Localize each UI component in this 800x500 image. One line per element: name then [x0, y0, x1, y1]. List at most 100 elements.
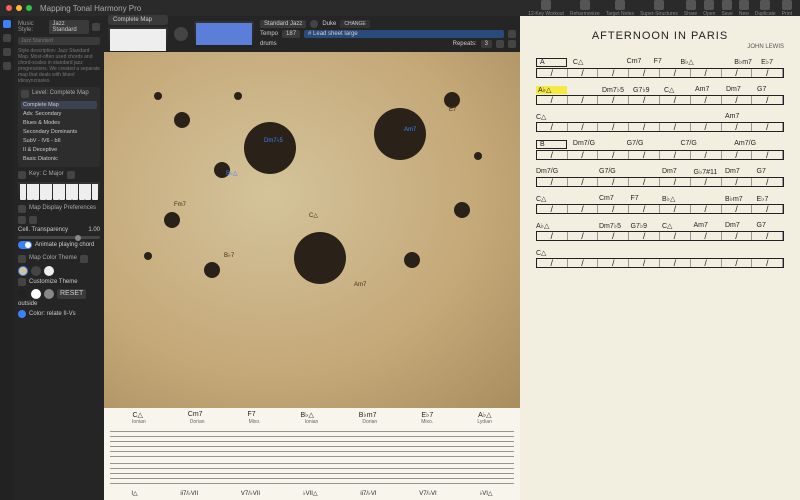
map-node[interactable]: [164, 212, 180, 228]
chord-symbol[interactable]: B♭△: [680, 58, 703, 67]
piano-transpose[interactable]: [194, 21, 254, 47]
back-icon[interactable]: [18, 216, 26, 224]
chord-symbol[interactable]: B♭△: [662, 195, 690, 203]
chord-symbol[interactable]: Dm7: [725, 222, 753, 230]
theme-swatches[interactable]: [18, 266, 100, 276]
chord-symbol[interactable]: A♭△: [536, 86, 567, 94]
chord-symbol[interactable]: [631, 249, 659, 257]
chord-symbol[interactable]: G7/G: [627, 140, 650, 149]
map-node[interactable]: [444, 92, 460, 108]
chord-symbol[interactable]: G♭7#11: [694, 168, 722, 176]
home-icon[interactable]: [67, 171, 75, 179]
tab-icon[interactable]: [3, 34, 11, 42]
maximize-icon[interactable]: [26, 5, 32, 11]
chord-symbol[interactable]: Dm7: [726, 86, 753, 94]
chord-symbol[interactable]: [568, 195, 596, 203]
chord-symbol[interactable]: Dm7♭5: [599, 222, 627, 230]
chord-symbol[interactable]: Cm7: [599, 195, 627, 203]
palette-icon[interactable]: [80, 255, 88, 263]
tab-map-icon[interactable]: [3, 20, 11, 28]
chord-symbol[interactable]: [599, 113, 627, 121]
map-node[interactable]: [454, 202, 470, 218]
chord-symbol[interactable]: E♭7: [757, 195, 785, 203]
map-node-large[interactable]: [294, 232, 346, 284]
chord-symbol[interactable]: Dm7♭5: [602, 86, 629, 94]
tab-icon[interactable]: [3, 48, 11, 56]
animate-toggle[interactable]: [18, 241, 32, 249]
swatch-light[interactable]: [44, 266, 54, 276]
chord-symbol[interactable]: [600, 58, 623, 67]
level-item[interactable]: Complete Map: [21, 101, 97, 109]
swatch-blue[interactable]: [18, 310, 26, 318]
chord-symbol[interactable]: [761, 140, 784, 149]
chord-symbol[interactable]: [631, 168, 659, 176]
level-item[interactable]: Blues & Modes: [21, 119, 97, 127]
map-node[interactable]: [144, 252, 152, 260]
chord-symbol[interactable]: F7: [631, 195, 659, 203]
toolbar-icon[interactable]: [580, 0, 590, 10]
level-item[interactable]: II & Deceptive: [21, 146, 97, 154]
chord-symbol[interactable]: C△: [536, 195, 564, 203]
toolbar-icon[interactable]: [686, 0, 696, 10]
chord-symbol[interactable]: [568, 222, 596, 230]
chord-symbol[interactable]: A♭△: [536, 222, 564, 230]
tonal-map[interactable]: B♭△ Dm7♭5 Am7 C△ Fm7 B♭7 Am7 E7: [104, 52, 520, 408]
repeats-value[interactable]: 3: [481, 40, 492, 48]
chord-symbol[interactable]: G7: [757, 222, 785, 230]
chord-symbol[interactable]: [757, 113, 785, 121]
chord-symbol[interactable]: [707, 140, 730, 149]
chord-symbol[interactable]: C△: [664, 86, 691, 94]
map-node[interactable]: [174, 112, 190, 128]
map-node-large[interactable]: [244, 122, 296, 174]
chord-symbol[interactable]: Am7: [725, 113, 753, 121]
swatch[interactable]: [31, 289, 41, 299]
chord-symbol[interactable]: B♭m7: [734, 58, 757, 67]
chord-symbol[interactable]: Dm7/G: [536, 168, 564, 176]
swatch-parchment[interactable]: [18, 266, 28, 276]
chord-symbol[interactable]: [694, 249, 722, 257]
chord-symbol[interactable]: C△: [662, 222, 690, 230]
sync-icon[interactable]: [18, 171, 26, 179]
close-icon[interactable]: [6, 5, 12, 11]
chord-symbol[interactable]: Am7: [695, 86, 722, 94]
music-style-value[interactable]: Jazz Standard: [49, 20, 89, 34]
play-button[interactable]: [174, 27, 188, 41]
toolbar-icon[interactable]: [760, 0, 770, 10]
chord-symbol[interactable]: C△: [573, 58, 596, 67]
swatch[interactable]: [18, 289, 28, 299]
chord-symbol[interactable]: G7♭9: [633, 86, 660, 94]
chord-symbol[interactable]: G7/G: [599, 168, 627, 176]
chord-symbol[interactable]: [571, 86, 598, 94]
level-item[interactable]: Secondary Dominants: [21, 128, 97, 136]
chord-symbol[interactable]: [568, 249, 596, 257]
toolbar-icon[interactable]: [782, 0, 792, 10]
view-select[interactable]: # Lead sheet large: [304, 30, 504, 38]
level-item[interactable]: Adv. Secondary: [21, 110, 97, 118]
chord-symbol[interactable]: B♭m7: [725, 195, 753, 203]
toolbar-icon[interactable]: [541, 0, 551, 10]
level-item[interactable]: SubV - IV6 - bII: [21, 137, 97, 145]
chevron-icon[interactable]: [18, 278, 26, 286]
reset-button[interactable]: RESET: [57, 289, 86, 299]
chord-symbol[interactable]: G7: [757, 86, 784, 94]
chord-symbol[interactable]: [725, 249, 753, 257]
chord-symbol[interactable]: Cm7: [627, 58, 650, 67]
chord-symbol[interactable]: [707, 58, 730, 67]
chord-symbol[interactable]: Am7: [694, 222, 722, 230]
chord-symbol[interactable]: [568, 113, 596, 121]
toolbar-icon[interactable]: [704, 0, 714, 10]
map-node[interactable]: [234, 92, 242, 100]
style-search-input[interactable]: [18, 37, 100, 45]
chord-symbol[interactable]: G7♭9: [631, 222, 659, 230]
chord-symbol[interactable]: [654, 140, 677, 149]
chord-symbol[interactable]: E♭7: [761, 58, 784, 67]
chord-symbol[interactable]: [631, 113, 659, 121]
level-item[interactable]: Basic Diatonic: [21, 155, 97, 163]
forward-icon[interactable]: [29, 216, 37, 224]
chord-symbol[interactable]: Am7/G: [734, 140, 757, 149]
change-button[interactable]: CHANGE: [340, 20, 369, 28]
chord-symbol[interactable]: Dm7: [725, 168, 753, 176]
window-controls[interactable]: [6, 5, 32, 11]
chord-symbol[interactable]: [694, 113, 722, 121]
menu-icon[interactable]: [92, 23, 100, 31]
